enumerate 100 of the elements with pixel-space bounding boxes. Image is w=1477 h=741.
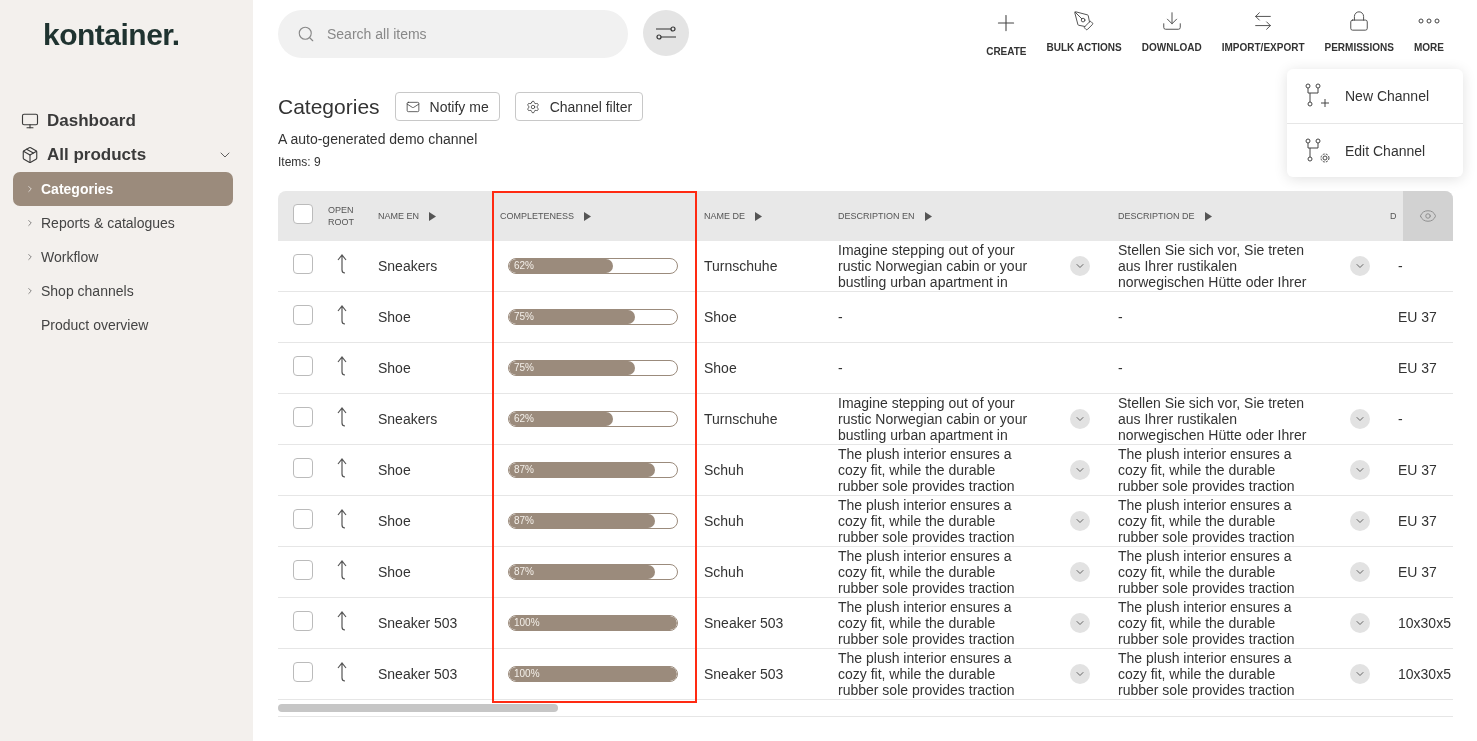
table-cell-text: EU 37 [1397,564,1438,580]
expand-button[interactable] [1350,613,1370,633]
item-count: Items: 9 [278,155,322,169]
table-cell-text: Sneakers [377,258,439,274]
checkbox[interactable] [293,611,313,631]
notify-button[interactable]: Notify me [394,92,500,121]
sort-icon[interactable] [755,211,762,221]
sidebar-item[interactable]: Reports & catalogues [13,206,233,240]
sort-icon[interactable] [1204,211,1212,221]
checkbox[interactable] [293,254,313,274]
logo[interactable]: kontainer. [43,18,233,52]
table-cell-text: Sneaker 503 [377,615,459,631]
progress-label: 87% [514,566,534,577]
monitor-icon [21,112,39,130]
expand-button[interactable] [1070,664,1090,684]
arrow-up-icon[interactable] [336,407,348,427]
toolbar-button[interactable]: IMPORT/EXPORT [1211,10,1315,57]
branch-plus-icon [1305,83,1331,109]
toolbar-button[interactable]: MORE [1404,10,1454,57]
eye-icon [1419,207,1437,225]
table-cell-text: The plush interior ensures a cozy fit, while the durable rubber sole provides traction [1118,497,1296,545]
scrollbar[interactable] [278,704,558,712]
checkbox[interactable] [293,662,313,682]
checkbox[interactable] [293,305,313,325]
expand-button[interactable] [1350,664,1370,684]
table-cell-text: The plush interior ensures a cozy fit, while the durable rubber sole provides traction [1118,650,1296,698]
sidebar-item[interactable]: Shop channels [13,274,233,308]
table-cell-text: Shoe [377,564,412,580]
arrow-up-icon[interactable] [336,305,348,325]
expand-button[interactable] [1070,511,1090,531]
toolbar-button[interactable]: BULK ACTIONS [1036,10,1132,57]
table-cell-text: Shoe [703,360,738,376]
expand-button[interactable] [1350,256,1370,276]
expand-button[interactable] [1350,460,1370,480]
table-cell-text: The plush interior ensures a cozy fit, while the durable rubber sole provides traction [1118,548,1296,596]
table-cell-text: EU 37 [1397,513,1438,529]
column-header[interactable]: NAME DE [696,210,830,222]
toolbar-button[interactable]: CREATE [976,10,1037,57]
sort-icon[interactable] [429,211,436,221]
sidebar-item[interactable]: Dashboard [13,104,233,138]
table-cell-text: Turnschuhe [703,258,779,274]
page-title: Categories [278,94,380,119]
arrow-up-icon[interactable] [336,662,348,682]
table-cell-text: The plush interior ensures a cozy fit, while the durable rubber sole provides traction [838,497,1016,545]
sort-icon[interactable] [924,211,932,221]
table-cell-text: Shoe [377,309,412,325]
sort-icon[interactable] [584,211,592,221]
search-field[interactable]: Search all items [278,10,628,58]
menu-item[interactable]: Edit Channel [1287,123,1463,177]
arrow-up-icon[interactable] [336,458,348,478]
branch-gear-icon [1305,137,1331,164]
checkbox[interactable] [293,560,313,580]
table-cell-text: - [838,360,844,376]
checkbox[interactable] [293,458,313,478]
table-cell-text: Shoe [377,462,412,478]
toolbar-button[interactable]: DOWNLOAD [1131,10,1212,57]
arrow-up-icon[interactable] [336,611,348,631]
sidebar-item[interactable]: Workflow [13,240,233,274]
table-cell-text: - [838,309,844,325]
toolbar-button[interactable]: PERMISSIONS [1314,10,1404,57]
column-header[interactable]: DESCRIPTION DE [1110,210,1390,222]
more-icon [1418,18,1440,24]
column-header[interactable]: DESCRIPTION EN [830,210,1110,222]
menu-item[interactable]: New Channel [1287,69,1463,123]
arrow-up-icon[interactable] [336,560,348,580]
table-cell-text: Shoe [703,309,738,325]
sliders-icon [655,25,677,41]
checkbox[interactable] [293,204,313,224]
filter-button[interactable] [643,10,689,56]
checkbox[interactable] [293,356,313,376]
table-cell-text: The plush interior ensures a cozy fit, while the durable rubber sole provides traction [838,446,1016,494]
expand-button[interactable] [1070,256,1090,276]
expand-button[interactable] [1070,613,1090,633]
expand-button[interactable] [1350,409,1370,429]
table-cell-text: Schuh [703,462,745,478]
progress-label: 75% [514,311,534,322]
filter-button[interactable]: Channel filter [514,92,644,121]
column-header[interactable]: COMPLETENESS [492,210,696,222]
arrow-up-icon[interactable] [336,356,348,376]
expand-button[interactable] [1350,511,1370,531]
table-cell-text: Schuh [703,564,745,580]
table-cell-text: - [1397,411,1404,427]
sidebar-item[interactable]: All products [13,138,233,172]
checkbox[interactable] [293,407,313,427]
expand-button[interactable] [1070,460,1090,480]
progress-label: 87% [514,464,534,475]
column-header[interactable]: OPEN ROOT [320,204,360,228]
table-cell-text: The plush interior ensures a cozy fit, while the durable rubber sole provides traction [838,599,1016,647]
mail-icon [405,99,420,114]
table-cell-text: Sneaker 503 [703,666,785,682]
sidebar-item[interactable]: Product overview [13,308,233,342]
expand-button[interactable] [1350,562,1370,582]
column-header[interactable]: NAME EN [370,210,492,222]
expand-button[interactable] [1070,409,1090,429]
arrow-up-icon[interactable] [336,509,348,529]
expand-button[interactable] [1070,562,1090,582]
table-cell-text: Schuh [703,513,745,529]
arrow-up-icon[interactable] [336,254,348,274]
column-visibility-button[interactable] [1403,191,1453,241]
checkbox[interactable] [293,509,313,529]
